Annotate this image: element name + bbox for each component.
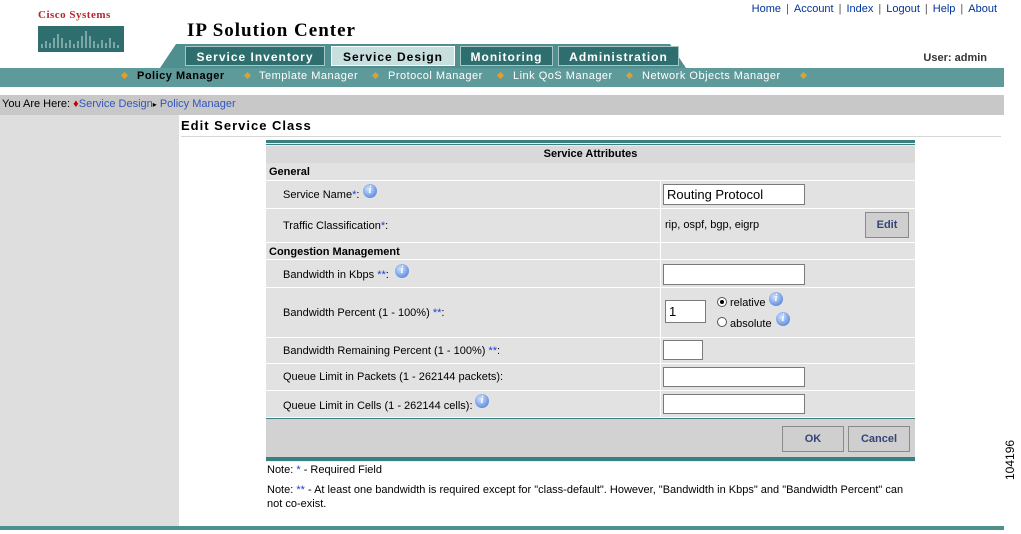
relative-label: relative — [730, 297, 766, 309]
cisco-logo-icon — [38, 26, 124, 52]
info-icon[interactable]: i — [363, 184, 377, 198]
section-general — [266, 163, 915, 181]
logout-link[interactable]: Logout — [886, 3, 920, 15]
tab-monitoring[interactable]: Monitoring — [460, 46, 553, 66]
top-links: Home | Account | Index | Logout | Help | About — [752, 3, 997, 15]
subnav-protocol-manager[interactable]: Protocol Manager — [388, 70, 483, 82]
queue-packets-input[interactable] — [663, 367, 805, 387]
edit-button[interactable]: Edit — [865, 212, 909, 238]
cancel-button[interactable]: Cancel — [848, 426, 910, 452]
absolute-label: absolute — [730, 318, 772, 330]
footer-bar — [0, 526, 1004, 530]
queue-cells-label: Queue Limit in Cells (1 - 262144 cells): — [283, 400, 473, 412]
traffic-classification-label: Traffic Classification*: — [283, 220, 389, 232]
link-separator: | — [924, 3, 928, 15]
bandwidth-remaining-input[interactable] — [663, 340, 703, 360]
absolute-radio[interactable] — [717, 317, 727, 327]
breadcrumb-policy-manager[interactable]: Policy Manager — [160, 98, 236, 110]
index-link[interactable]: Index — [846, 3, 873, 15]
queue-packets-label: Queue Limit in Packets (1 - 262144 packe… — [283, 371, 504, 383]
breadcrumb: You Are Here: ♦Service Design▸ Policy Ma… — [2, 98, 236, 110]
subnav-link-qos-manager[interactable]: Link QoS Manager — [513, 70, 613, 82]
app-title: IP Solution Center — [187, 20, 356, 41]
about-link[interactable]: About — [968, 3, 997, 15]
bandwidth-percent-input[interactable]: 1 — [665, 300, 706, 323]
service-name-label: Service Name*: — [283, 189, 360, 201]
link-separator: | — [960, 3, 964, 15]
breadcrumb-service-design[interactable]: Service Design — [79, 98, 153, 110]
info-icon[interactable]: i — [395, 264, 409, 278]
figure-number: 104196 — [1003, 439, 1017, 480]
tab-service-inventory[interactable]: Service Inventory — [185, 46, 325, 66]
form-top-rule-thin — [266, 144, 915, 145]
traffic-classification-value: rip, ospf, bgp, eigrp — [665, 219, 760, 231]
section-general-title: General — [269, 166, 310, 178]
tab-administration[interactable]: Administration — [558, 46, 679, 66]
link-separator: | — [838, 3, 842, 15]
title-divider — [181, 136, 1001, 137]
info-icon[interactable]: i — [769, 292, 783, 306]
column-divider — [660, 181, 661, 418]
note-required: Note: * - Required Field — [267, 464, 382, 476]
bandwidth-kbps-label: Bandwidth in Kbps **: — [283, 269, 389, 281]
link-separator: | — [878, 3, 882, 15]
home-link[interactable]: Home — [752, 3, 781, 15]
form-footer-rule — [266, 418, 915, 419]
subnav-network-objects-manager[interactable]: Network Objects Manager — [642, 70, 781, 82]
account-link[interactable]: Account — [794, 3, 834, 15]
link-separator: | — [786, 3, 789, 15]
page-title: Edit Service Class — [181, 118, 312, 133]
note-bandwidth: Note: ** - At least one bandwidth is req… — [267, 484, 904, 510]
user-label: User: admin — [923, 52, 987, 64]
form-bottom-rule — [266, 457, 915, 461]
bandwidth-percent-label: Bandwidth Percent (1 - 100%) **: — [283, 307, 445, 319]
form-header: Service Attributes — [266, 146, 915, 163]
form-top-rule — [266, 140, 915, 143]
section-congestion-title: Congestion Management — [269, 246, 400, 258]
breadcrumb-arrow-icon: ▸ — [152, 100, 157, 109]
left-panel — [0, 115, 179, 526]
bandwidth-remaining-label: Bandwidth Remaining Percent (1 - 100%) *… — [283, 345, 501, 357]
help-link[interactable]: Help — [933, 3, 956, 15]
cisco-logo-text: Cisco Systems — [38, 9, 111, 21]
relative-radio[interactable] — [717, 297, 727, 307]
subnav-template-manager[interactable]: Template Manager — [259, 70, 358, 82]
info-icon[interactable]: i — [475, 394, 489, 408]
info-icon[interactable]: i — [776, 312, 790, 326]
service-name-input[interactable]: Routing Protocol — [663, 184, 805, 205]
tab-service-design[interactable]: Service Design — [331, 46, 455, 66]
ok-button[interactable]: OK — [782, 426, 844, 452]
subnav-policy-manager[interactable]: Policy Manager — [137, 70, 225, 82]
bandwidth-kbps-input[interactable] — [663, 264, 805, 285]
queue-cells-input[interactable] — [663, 394, 805, 414]
breadcrumb-prefix: You Are Here: — [2, 98, 71, 110]
